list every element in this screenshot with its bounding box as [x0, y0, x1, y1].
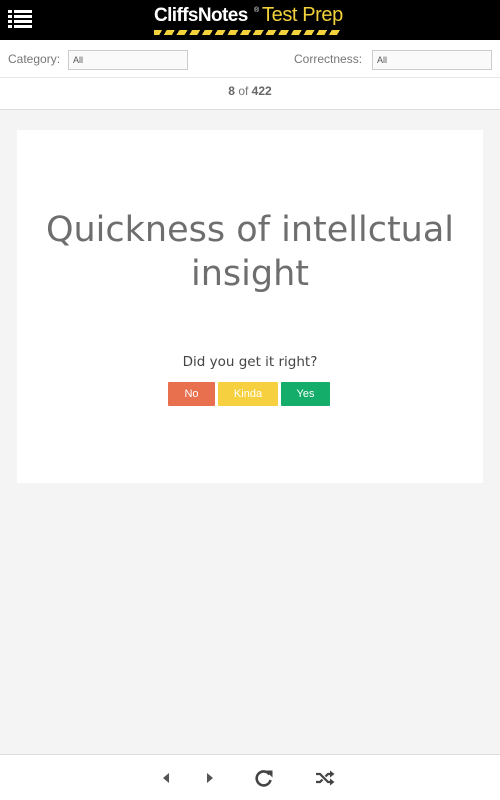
self-assessment-prompt: Did you get it right?	[182, 354, 318, 370]
previous-icon[interactable]	[155, 767, 177, 789]
logo-registered-mark: ®	[254, 7, 260, 14]
flashcard-term: Quickness of intellctual insight	[45, 210, 455, 294]
correctness-select-value: All	[377, 55, 388, 65]
category-select-value: All	[73, 55, 84, 65]
logo-primary-text: CliffsNotes	[154, 5, 248, 26]
correctness-select[interactable]: All	[372, 50, 492, 70]
refresh-icon[interactable]	[253, 767, 275, 789]
kinda-button[interactable]: Kinda	[218, 382, 278, 406]
counter-separator: of	[238, 84, 249, 98]
app-header: CliffsNotes ® Test Prep	[0, 0, 500, 40]
card-counter: 8 of 422	[0, 78, 500, 110]
next-icon[interactable]	[199, 767, 221, 789]
cliffsnotes-logo: CliffsNotes ® Test Prep	[154, 4, 344, 36]
correctness-label: Correctness:	[294, 52, 363, 66]
no-button[interactable]: No	[168, 382, 215, 406]
counter-current: 8	[228, 84, 235, 98]
flashcard[interactable]: Quickness of intellctual insight Did you…	[17, 130, 483, 483]
bottom-toolbar	[0, 754, 500, 800]
shuffle-icon[interactable]	[314, 767, 336, 789]
counter-total: 422	[251, 84, 272, 98]
logo-secondary-text: Test Prep	[262, 4, 343, 26]
category-select[interactable]: All	[68, 50, 188, 70]
logo-hazard-stripe	[154, 30, 340, 35]
self-assessment-buttons: No Kinda Yes	[168, 382, 338, 406]
list-menu-icon[interactable]	[8, 9, 32, 31]
filter-bar: Category: All Correctness: All	[0, 40, 500, 78]
category-label: Category:	[8, 52, 61, 66]
yes-button[interactable]: Yes	[281, 382, 330, 406]
